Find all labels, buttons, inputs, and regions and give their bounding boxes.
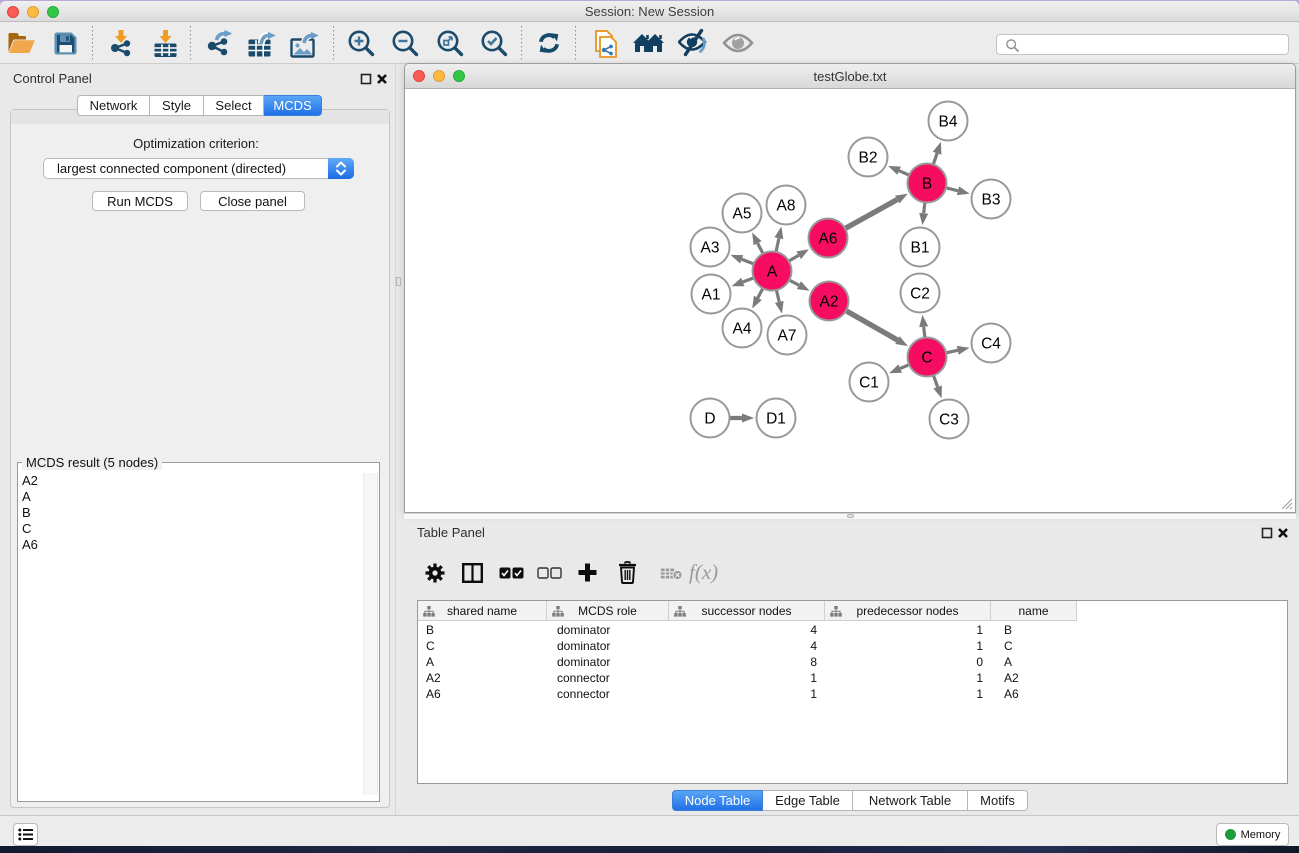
svg-text:D1: D1 [766, 411, 786, 428]
svg-text:A3: A3 [701, 240, 720, 257]
svg-text:D: D [704, 411, 715, 428]
svg-text:C1: C1 [859, 375, 879, 392]
svg-text:B4: B4 [939, 114, 958, 131]
svg-text:B2: B2 [859, 150, 878, 167]
svg-text:A8: A8 [777, 198, 796, 215]
svg-text:B: B [922, 176, 932, 193]
svg-text:A5: A5 [733, 206, 752, 223]
svg-text:C3: C3 [939, 412, 959, 429]
svg-text:A1: A1 [702, 287, 721, 304]
svg-text:A7: A7 [778, 328, 797, 345]
svg-text:B1: B1 [911, 240, 930, 257]
svg-text:C: C [921, 350, 932, 367]
svg-text:C2: C2 [910, 286, 930, 303]
svg-text:A6: A6 [819, 231, 838, 248]
svg-text:A: A [767, 264, 778, 281]
svg-text:C4: C4 [981, 336, 1001, 353]
svg-text:A4: A4 [733, 321, 752, 338]
svg-text:A2: A2 [820, 294, 839, 311]
svg-text:B3: B3 [982, 192, 1001, 209]
